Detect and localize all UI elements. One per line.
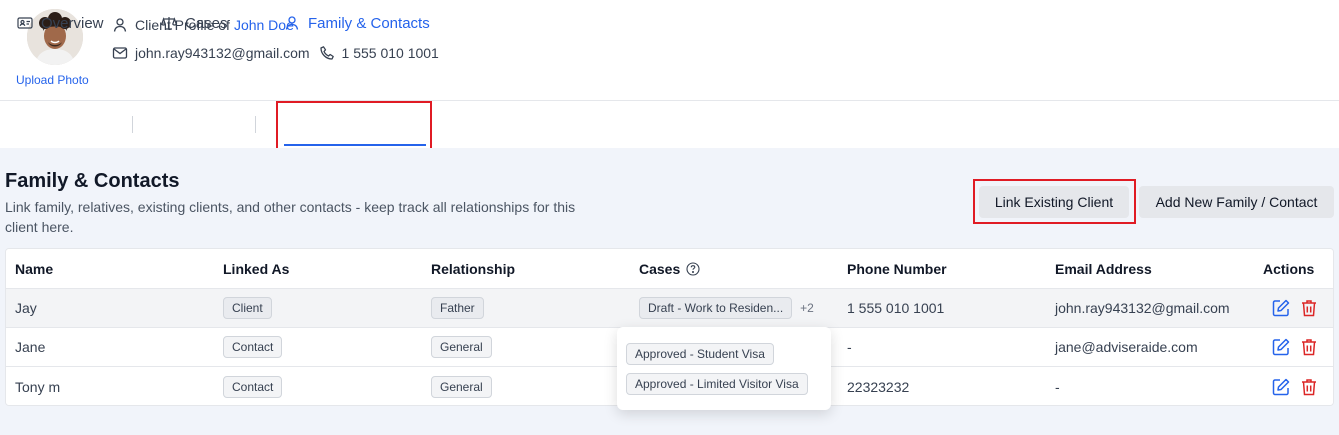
phone-cell: - xyxy=(847,339,852,355)
phone-cell: 22323232 xyxy=(847,378,910,395)
client-email: john.ray943132@gmail.com xyxy=(135,45,310,61)
email-cell: john.ray943132@gmail.com xyxy=(1055,300,1230,316)
tab-overview-label: Overview xyxy=(41,14,104,32)
phone-cell: 1 555 010 1001 xyxy=(847,300,945,316)
relationship-cell: General xyxy=(431,328,492,366)
trash-icon[interactable] xyxy=(1299,337,1319,357)
email-cell: jane@adviseraide.com xyxy=(1055,339,1198,355)
client-phone: 1 555 010 1001 xyxy=(341,45,439,61)
case-badge[interactable]: Draft - Work to Residen... xyxy=(639,297,793,319)
contact-name: Jane xyxy=(15,339,46,355)
email-cell: - xyxy=(1055,378,1060,395)
upload-photo-link[interactable]: Upload Photo xyxy=(16,73,89,87)
client-contact-line: john.ray943132@gmail.com 1 555 010 1001 xyxy=(112,45,439,61)
tab-divider xyxy=(132,116,133,133)
relationship-cell: General xyxy=(431,367,492,405)
column-header-cases: Cases xyxy=(639,249,700,288)
linked-as-cell: Contact xyxy=(223,328,283,366)
more-cases-popover: Approved - Student Visa Approved - Limit… xyxy=(617,327,831,410)
relationship-badge: General xyxy=(431,336,492,358)
phone-icon xyxy=(319,45,335,61)
linked-as-badge: Contact xyxy=(223,336,283,358)
contact-name: Jay xyxy=(15,300,37,316)
column-header-actions: Actions xyxy=(1263,260,1315,277)
column-header-email: Email Address xyxy=(1055,260,1152,277)
trash-icon[interactable] xyxy=(1299,298,1319,318)
section-subtitle: Link family, relatives, existing clients… xyxy=(5,199,576,235)
help-circle-icon[interactable] xyxy=(686,261,700,276)
relationship-badge: General xyxy=(431,375,492,398)
column-header-linked-as: Linked As xyxy=(223,260,290,277)
actions-cell xyxy=(1271,367,1319,405)
user-icon xyxy=(112,17,128,33)
add-family-contact-button[interactable]: Add New Family / Contact xyxy=(1139,186,1334,218)
case-badge[interactable]: Approved - Limited Visitor Visa xyxy=(626,373,808,395)
table-header-row: Name Linked As Relationship Cases Phone … xyxy=(6,249,1333,289)
column-header-cases-label: Cases xyxy=(639,260,681,277)
edit-icon[interactable] xyxy=(1271,337,1291,357)
linked-as-badge: Contact xyxy=(223,375,283,398)
actions-cell xyxy=(1271,289,1319,327)
relationship-badge: Father xyxy=(431,297,484,319)
actions-cell xyxy=(1271,328,1319,366)
contact-name: Tony m xyxy=(15,378,61,395)
profile-tabs xyxy=(0,102,1339,148)
id-card-icon xyxy=(17,15,33,31)
section-title: Family & Contacts xyxy=(5,170,180,192)
column-header-phone: Phone Number xyxy=(847,260,947,277)
case-badge[interactable]: Approved - Student Visa xyxy=(626,343,774,365)
cases-cell: Draft - Work to Residen... +2 xyxy=(639,289,814,327)
linked-as-cell: Contact xyxy=(223,367,283,405)
edit-icon[interactable] xyxy=(1271,298,1291,318)
more-cases-count[interactable]: +2 xyxy=(800,301,814,315)
tab-cases-label: Cases xyxy=(185,14,228,32)
tab-family-contacts[interactable]: Family & Contacts xyxy=(284,0,430,46)
relationship-cell: Father xyxy=(431,289,484,327)
table-row[interactable]: Jay Client Father Draft - Work to Reside… xyxy=(6,289,1333,328)
tab-divider xyxy=(255,116,256,133)
trash-icon[interactable] xyxy=(1299,377,1319,397)
mail-icon xyxy=(112,45,128,61)
tab-cases[interactable]: Cases xyxy=(161,0,228,46)
user-icon xyxy=(284,15,300,31)
tab-family-label: Family & Contacts xyxy=(308,14,430,32)
scale-icon xyxy=(161,15,177,31)
highlight-box-tab xyxy=(276,101,432,152)
linked-as-cell: Client xyxy=(223,289,272,327)
tab-overview[interactable]: Overview xyxy=(17,0,104,46)
highlight-box-button xyxy=(973,179,1136,224)
column-header-name: Name xyxy=(15,260,54,277)
column-header-relationship: Relationship xyxy=(431,260,516,277)
edit-icon[interactable] xyxy=(1271,377,1291,397)
linked-as-badge: Client xyxy=(223,297,272,319)
